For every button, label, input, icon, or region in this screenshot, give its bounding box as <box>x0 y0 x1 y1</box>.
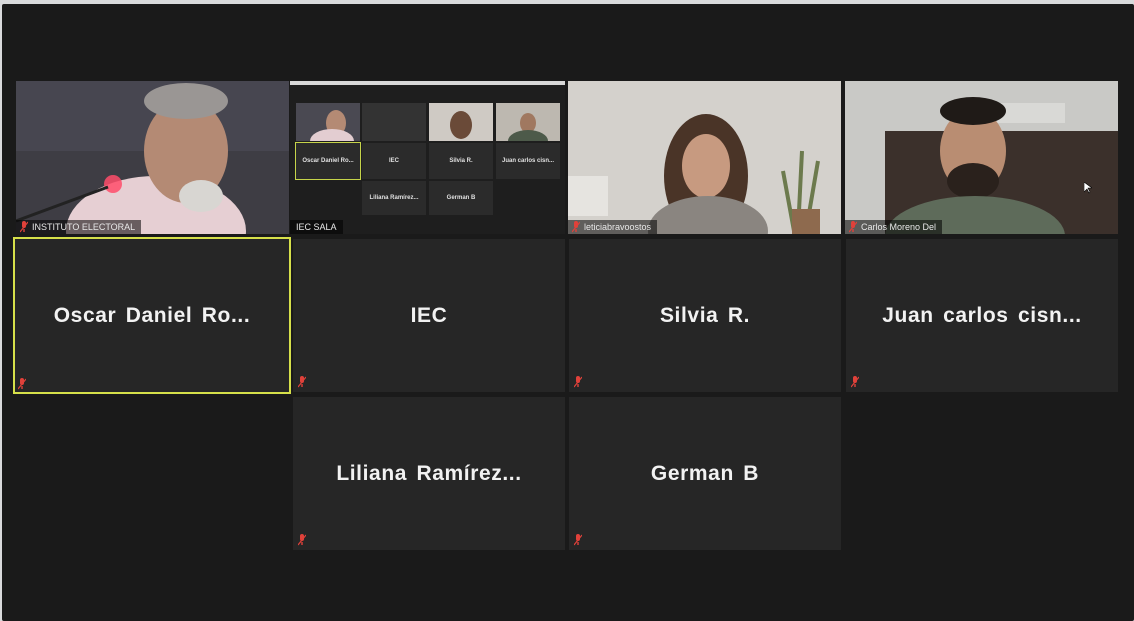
participant-name: Silvia R. <box>659 303 751 327</box>
video-tile-carlos[interactable]: Carlos Moreno Del <box>845 81 1118 234</box>
participant-label: leticiabravoostos <box>568 220 658 234</box>
mic-muted-icon <box>572 221 580 233</box>
mini-tile: Juan carlos cisn... <box>496 143 560 179</box>
mini-video <box>496 103 560 141</box>
participant-name: Juan carlos cisn... <box>882 303 1082 327</box>
mic-muted-icon <box>298 376 306 388</box>
mic-muted-icon <box>849 221 857 233</box>
mini-tile: Liliana Ramírez... <box>362 181 426 215</box>
shared-window-bar <box>290 81 565 85</box>
mini-tile: IEC <box>362 143 426 179</box>
name-tile-liliana[interactable]: Liliana Ramírez... <box>293 397 565 550</box>
mic-muted-icon <box>574 376 582 388</box>
mouse-pointer-icon <box>1084 182 1092 194</box>
video-tile-iec-sala[interactable]: Oscar Daniel Ro... IEC Silvia R. Juan ca… <box>290 81 565 234</box>
mini-tile: German B <box>429 181 493 215</box>
video-tile-instituto[interactable]: INSTITUTO ELECTORAL <box>16 81 289 234</box>
participant-name: German B <box>650 461 760 485</box>
name-tile-silvia[interactable]: Silvia R. <box>569 239 841 392</box>
mini-tile: Oscar Daniel Ro... <box>295 142 361 180</box>
participant-name: Liliana Ramírez... <box>336 461 522 485</box>
mini-tile: Silvia R. <box>429 143 493 179</box>
mic-muted-icon <box>851 376 859 388</box>
video-feed <box>845 81 1118 234</box>
participant-label: INSTITUTO ELECTORAL <box>16 220 142 234</box>
name-tile-oscar[interactable]: Oscar Daniel Ro... <box>13 237 291 394</box>
name-tile-iec[interactable]: IEC <box>293 239 565 392</box>
participant-name: Oscar Daniel Ro... <box>53 303 251 327</box>
mini-video <box>362 103 426 141</box>
participant-label: IEC SALA <box>290 220 343 234</box>
name-tile-juan[interactable]: Juan carlos cisn... <box>846 239 1118 392</box>
mic-muted-icon <box>18 378 26 390</box>
name-tile-german[interactable]: German B <box>569 397 841 550</box>
video-feed <box>568 81 841 234</box>
gallery-view: INSTITUTO ELECTORAL Oscar Daniel Ro... I… <box>2 4 1134 621</box>
mini-video <box>429 103 493 141</box>
mic-muted-icon <box>20 221 28 233</box>
video-tile-leticia[interactable]: leticiabravoostos <box>568 81 841 234</box>
mini-video <box>296 103 360 141</box>
participant-label: Carlos Moreno Del <box>845 220 943 234</box>
participant-name: IEC <box>410 303 448 327</box>
mic-muted-icon <box>298 534 306 546</box>
mic-muted-icon <box>574 534 582 546</box>
video-feed <box>16 81 289 234</box>
